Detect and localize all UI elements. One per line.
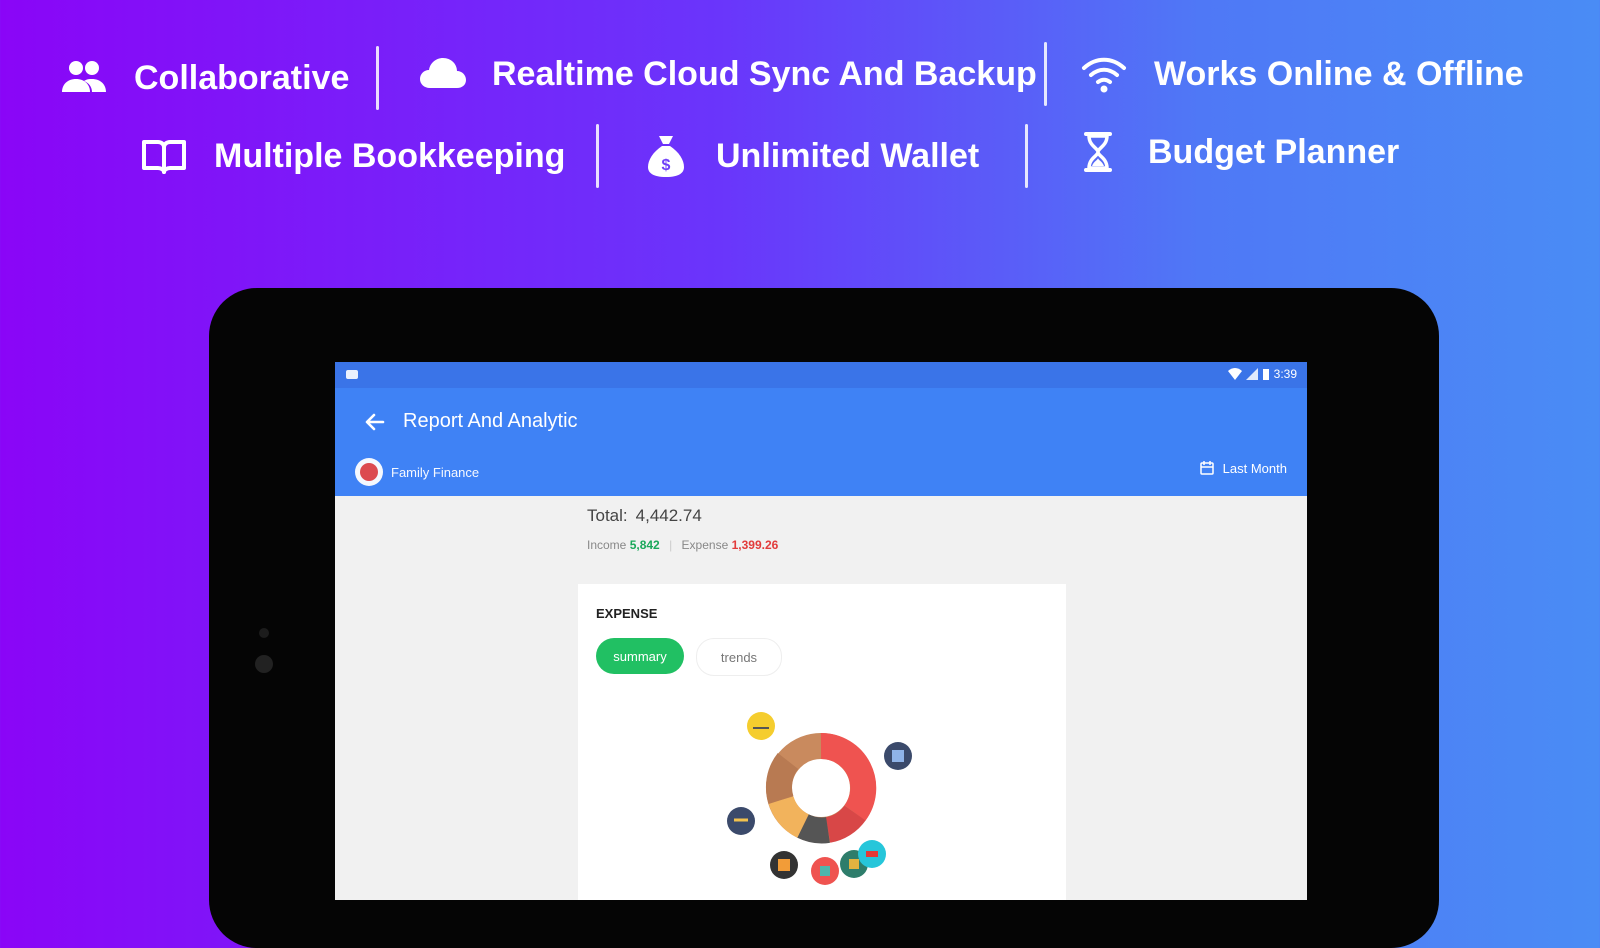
period-selector[interactable]: Last Month — [1199, 460, 1287, 476]
users-icon — [58, 52, 110, 104]
expense-label: Expense — [681, 538, 729, 552]
donut-ring — [766, 732, 877, 844]
app-screen: 3:39 Report And Analytic Family Finance … — [335, 362, 1307, 900]
income-value: 5,842 — [629, 538, 660, 552]
tab-summary[interactable]: summary — [596, 638, 684, 674]
money-bag-icon: $ — [640, 130, 692, 182]
app-bar: Report And Analytic Family Finance Last … — [335, 388, 1307, 496]
book-selector[interactable]: Family Finance — [355, 458, 479, 486]
feature-label: Collaborative — [134, 58, 350, 97]
book-icon — [138, 130, 190, 182]
category-icon — [747, 712, 775, 740]
tablet-sensor — [259, 628, 269, 638]
tablet-camera — [255, 655, 273, 673]
signal-icon — [1245, 368, 1258, 380]
total-label: Total: — [587, 506, 628, 525]
feature-label: Works Online & Offline — [1154, 54, 1524, 93]
card-header: EXPENSE — [596, 606, 658, 621]
expense-donut-chart — [727, 712, 912, 885]
cloud-icon — [416, 48, 468, 100]
feature-label: Unlimited Wallet — [716, 136, 980, 175]
book-avatar — [355, 458, 383, 486]
hourglass-icon — [1072, 126, 1124, 178]
category-icon — [727, 807, 755, 835]
category-icon — [811, 857, 839, 885]
feature-divider — [1025, 124, 1028, 188]
tab-trends[interactable]: trends — [696, 638, 782, 676]
expense-card: EXPENSE summary trends — [578, 584, 1066, 900]
feature-divider — [596, 124, 599, 188]
feature-label: Realtime Cloud Sync And Backup — [492, 54, 1037, 93]
totals-summary: Total: 4,442.74 Income 5,842 | Expense 1,… — [587, 506, 779, 552]
category-icon — [884, 742, 912, 770]
income-label: Income — [587, 538, 627, 552]
feature-budget-planner: Budget Planner — [1072, 126, 1399, 178]
notification-icon — [346, 370, 358, 379]
category-icon — [858, 840, 886, 868]
feature-divider — [1044, 42, 1047, 106]
expense-value: 1,399.26 — [731, 538, 779, 552]
feature-divider — [376, 46, 379, 110]
book-name: Family Finance — [391, 464, 480, 480]
feature-collaborative: Collaborative — [58, 52, 349, 104]
status-time: 3:39 — [1273, 367, 1297, 381]
svg-text:$: $ — [662, 157, 671, 174]
feature-label: Multiple Bookkeeping — [214, 136, 566, 175]
feature-multiple-bookkeeping: Multiple Bookkeeping — [138, 130, 565, 182]
wifi-status-icon — [1227, 368, 1242, 380]
category-icon — [770, 851, 798, 879]
wifi-icon — [1078, 48, 1130, 100]
back-arrow-icon[interactable] — [361, 408, 389, 436]
feature-unlimited-wallet: $ Unlimited Wallet — [640, 130, 979, 182]
feature-online-offline: Works Online & Offline — [1078, 48, 1524, 100]
period-label: Last Month — [1222, 460, 1287, 476]
feature-cloud-sync: Realtime Cloud Sync And Backup — [416, 48, 1037, 100]
feature-label: Budget Planner — [1148, 132, 1400, 171]
calendar-icon — [1199, 461, 1214, 475]
page-title: Report And Analytic — [403, 410, 578, 432]
total-value: 4,442.74 — [635, 506, 702, 525]
battery-icon — [1262, 369, 1269, 380]
status-bar: 3:39 — [335, 362, 1307, 388]
